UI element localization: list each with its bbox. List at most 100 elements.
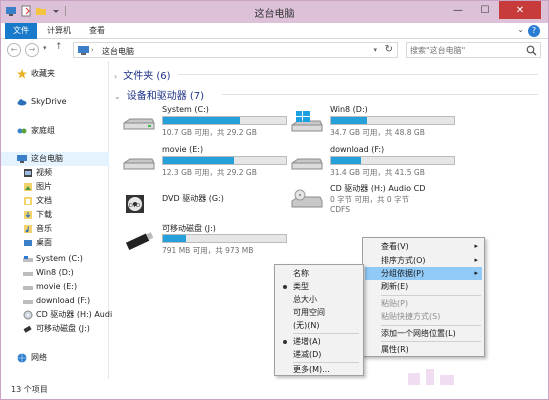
desktop-folder-icon [24, 240, 32, 246]
context-menu: 查看(V) ▸ 排序方式(O) ▸ 分组依据(P) ▸ 刷新(E) 粘贴(P) 粘贴快… [362, 237, 485, 357]
menu-item-paste[interactable]: 粘贴(P) [365, 297, 482, 310]
radio-bullet-icon [283, 285, 287, 289]
drive-usage-bar [162, 234, 287, 243]
submenu-item-name[interactable]: 名称 [277, 267, 361, 280]
submenu-item-descending[interactable]: 递减(D) [277, 348, 361, 361]
menu-separator [381, 325, 481, 326]
drive-space-text: 12.3 GB 可用，共 29.2 GB [162, 168, 257, 177]
drive-icon [23, 300, 33, 304]
drive-tile-e[interactable]: movie (E:) 12.3 GB 可用，共 29.2 GB [122, 145, 292, 181]
menu-item-sort-by[interactable]: 排序方式(O) ▸ [365, 254, 482, 267]
drive-filesystem-text: CDFS [330, 205, 350, 214]
drive-icon [23, 286, 33, 290]
dvd-drive-icon: DVD [126, 195, 144, 213]
windows-drive-icon [291, 111, 323, 132]
radio-bullet-icon [283, 340, 287, 344]
menu-separator [381, 295, 481, 296]
drive-usage-bar [162, 156, 287, 165]
drive-tile-j[interactable]: 可移动磁盘 (J:) 791 MB 可用，共 973 MB [122, 223, 292, 259]
cloud-icon [17, 99, 27, 106]
drive-tile-g[interactable]: DVD DVD 驱动器 (G:) [122, 187, 292, 223]
search-icon[interactable] [526, 45, 537, 56]
search-input[interactable] [410, 45, 522, 56]
drive-tile-d[interactable]: Win8 (D:) 34.7 GB 可用，共 48.8 GB [290, 105, 460, 141]
drive-icon [23, 272, 33, 276]
submenu-item-ascending[interactable]: 递增(A) [277, 335, 361, 348]
chevron-right-icon[interactable]: › [114, 72, 117, 81]
drive-tile-c[interactable]: System (C:) 10.7 GB 可用，共 29.2 GB [122, 105, 292, 141]
expand-ribbon-icon[interactable]: ⌄ [517, 25, 524, 34]
submenu-item-free-space[interactable]: 可用空间 [277, 306, 361, 319]
item-count: 13 个项目 [11, 385, 48, 394]
computer-icon [17, 155, 27, 163]
menu-item-group-by[interactable]: 分组依据(P) ▸ [365, 267, 482, 280]
drive-space-text: 31.4 GB 可用，共 41.5 GB [330, 168, 425, 177]
devices-group-header[interactable]: ⌄ 设备和驱动器 (7) [114, 87, 204, 102]
star-icon [17, 69, 27, 79]
help-icon[interactable]: ? [528, 25, 540, 37]
svg-text:DVD: DVD [129, 203, 140, 209]
drive-icon [123, 118, 155, 130]
menu-separator [293, 333, 359, 334]
drive-usage-bar [162, 116, 287, 125]
address-dropdown-icon[interactable]: ▾ [373, 46, 377, 54]
watermark-logo [408, 369, 454, 385]
breadcrumb-separator-icon[interactable]: › [91, 46, 94, 54]
folders-divider [178, 74, 538, 75]
drive-icon [123, 158, 155, 170]
submenu-arrow-icon: ▸ [474, 256, 478, 264]
drive-space-text: 791 MB 可用，共 973 MB [162, 246, 254, 255]
refresh-icon[interactable]: ↻ [385, 44, 393, 55]
pictures-folder-icon [24, 183, 32, 191]
search-box[interactable] [406, 42, 541, 58]
menu-item-paste-shortcut[interactable]: 粘贴快捷方式(S) [365, 310, 482, 323]
up-button[interactable]: ↑ [55, 42, 63, 52]
drive-name: Win8 (D:) [330, 105, 368, 114]
menu-item-view[interactable]: 查看(V) ▸ [365, 240, 482, 253]
cd-icon [23, 310, 33, 320]
folders-group-header[interactable]: › 文件夹 (6) [114, 67, 171, 82]
documents-folder-icon [24, 197, 32, 205]
drive-name: DVD 驱动器 (G:) [162, 194, 224, 203]
breadcrumb-this-pc[interactable]: 这台电脑 [102, 46, 134, 57]
drive-icon [291, 158, 323, 170]
drive-tile-f[interactable]: download (F:) 31.4 GB 可用，共 41.5 GB [290, 145, 460, 181]
maximize-button[interactable]: ☐ [472, 1, 498, 19]
recent-locations-icon[interactable]: ▾ [43, 44, 47, 52]
group-by-submenu: 名称 类型 总大小 可用空间 (无)(N) 递增(A) 递减(D) 更多(M).… [274, 264, 364, 376]
drive-tile-h[interactable]: CD 驱动器 (H:) Audio CD 0 字节 可用，共 0 字节 CDFS [290, 183, 460, 219]
tab-view[interactable]: 查看 [81, 23, 113, 39]
submenu-item-total-size[interactable]: 总大小 [277, 293, 361, 306]
submenu-arrow-icon: ▸ [474, 269, 478, 277]
tab-file[interactable]: 文件 [5, 23, 37, 39]
close-button[interactable]: ✕ [499, 1, 541, 19]
drive-name: movie (E:) [162, 145, 204, 154]
drive-space-text: 10.7 GB 可用，共 29.2 GB [162, 128, 257, 137]
chevron-down-icon[interactable]: ⌄ [114, 92, 121, 101]
drive-icon [23, 256, 33, 262]
address-bar[interactable]: › 这台电脑 ▾ ↻ [73, 42, 398, 58]
video-folder-icon [24, 169, 32, 177]
tab-computer[interactable]: 计算机 [39, 23, 79, 39]
drive-name: 可移动磁盘 (J:) [162, 224, 216, 233]
submenu-item-none[interactable]: (无)(N) [277, 319, 361, 332]
drive-usage-bar [330, 156, 455, 165]
navigation-pane: 收藏夹 SkyDrive 家庭组 这台电脑 视频 图片 文档 下载 音乐 桌面 … [1, 61, 112, 379]
usb-icon [23, 325, 32, 333]
drive-usage-bar [330, 116, 455, 125]
submenu-item-type[interactable]: 类型 [277, 280, 361, 293]
navigation-bar: ← → ▾ ↑ › 这台电脑 ▾ ↻ [1, 39, 548, 61]
title-bar[interactable]: 这台电脑 — ☐ ✕ [1, 1, 548, 23]
submenu-arrow-icon: ▸ [474, 242, 478, 250]
minimize-button[interactable]: — [445, 1, 471, 19]
menu-item-add-network-location[interactable]: 添加一个网络位置(L) [365, 327, 482, 340]
back-button[interactable]: ← [7, 43, 21, 57]
usb-icon [125, 232, 154, 251]
ribbon-tabs: 文件 计算机 查看 ⌄ ? [1, 23, 548, 39]
submenu-item-more[interactable]: 更多(M)... [277, 363, 361, 376]
drive-space-text: 34.7 GB 可用，共 48.8 GB [330, 128, 425, 137]
forward-button[interactable]: → [25, 43, 39, 57]
network-icon [17, 353, 27, 363]
sidebar-item-this-pc[interactable]: 这台电脑 [1, 152, 109, 166]
menu-item-refresh[interactable]: 刷新(E) [365, 280, 482, 293]
